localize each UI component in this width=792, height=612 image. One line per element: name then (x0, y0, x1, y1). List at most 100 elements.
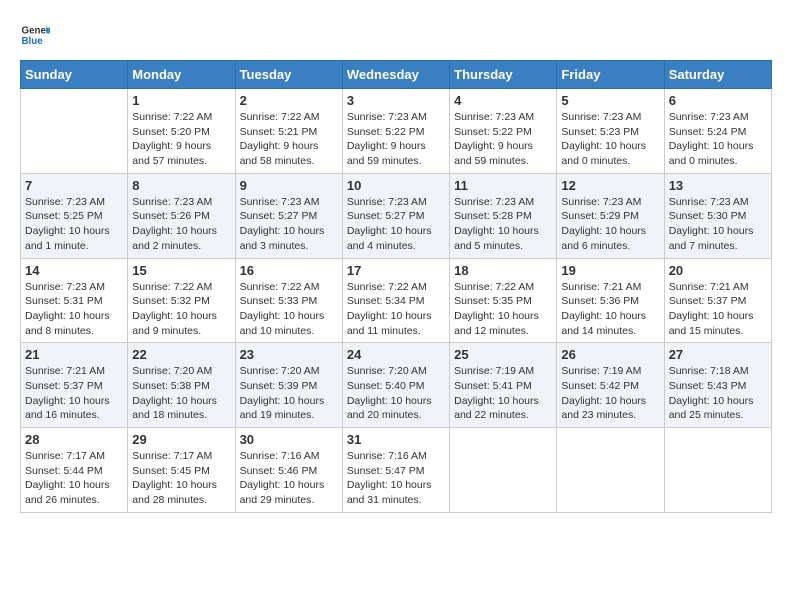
day-info: Sunrise: 7:23 AMSunset: 5:25 PMDaylight:… (25, 195, 123, 254)
day-info: Sunrise: 7:21 AMSunset: 5:37 PMDaylight:… (25, 364, 123, 423)
day-number: 5 (561, 93, 659, 108)
day-number: 3 (347, 93, 445, 108)
day-number: 13 (669, 178, 767, 193)
day-number: 23 (240, 347, 338, 362)
calendar-cell: 21 Sunrise: 7:21 AMSunset: 5:37 PMDayligh… (21, 343, 128, 428)
calendar-cell: 31 Sunrise: 7:16 AMSunset: 5:47 PMDayligh… (342, 428, 449, 513)
calendar-cell: 3 Sunrise: 7:23 AMSunset: 5:22 PMDaylight… (342, 89, 449, 174)
calendar-cell: 14 Sunrise: 7:23 AMSunset: 5:31 PMDayligh… (21, 258, 128, 343)
header-saturday: Saturday (664, 61, 771, 89)
day-number: 14 (25, 263, 123, 278)
day-number: 28 (25, 432, 123, 447)
calendar-cell: 4 Sunrise: 7:23 AMSunset: 5:22 PMDaylight… (450, 89, 557, 174)
header-wednesday: Wednesday (342, 61, 449, 89)
calendar-cell: 12 Sunrise: 7:23 AMSunset: 5:29 PMDayligh… (557, 173, 664, 258)
day-info: Sunrise: 7:23 AMSunset: 5:31 PMDaylight:… (25, 280, 123, 339)
day-number: 17 (347, 263, 445, 278)
calendar-cell: 19 Sunrise: 7:21 AMSunset: 5:36 PMDayligh… (557, 258, 664, 343)
day-number: 30 (240, 432, 338, 447)
day-number: 24 (347, 347, 445, 362)
day-info: Sunrise: 7:23 AMSunset: 5:23 PMDaylight:… (561, 110, 659, 169)
calendar-cell (557, 428, 664, 513)
day-number: 26 (561, 347, 659, 362)
calendar-header: SundayMondayTuesdayWednesdayThursdayFrid… (21, 61, 772, 89)
calendar-cell: 10 Sunrise: 7:23 AMSunset: 5:27 PMDayligh… (342, 173, 449, 258)
day-number: 31 (347, 432, 445, 447)
calendar-cell: 18 Sunrise: 7:22 AMSunset: 5:35 PMDayligh… (450, 258, 557, 343)
day-info: Sunrise: 7:22 AMSunset: 5:33 PMDaylight:… (240, 280, 338, 339)
calendar-cell: 13 Sunrise: 7:23 AMSunset: 5:30 PMDayligh… (664, 173, 771, 258)
day-number: 25 (454, 347, 552, 362)
day-info: Sunrise: 7:20 AMSunset: 5:40 PMDaylight:… (347, 364, 445, 423)
calendar-cell: 15 Sunrise: 7:22 AMSunset: 5:32 PMDayligh… (128, 258, 235, 343)
day-number: 21 (25, 347, 123, 362)
calendar-cell: 30 Sunrise: 7:16 AMSunset: 5:46 PMDayligh… (235, 428, 342, 513)
day-info: Sunrise: 7:17 AMSunset: 5:44 PMDaylight:… (25, 449, 123, 508)
calendar-cell: 9 Sunrise: 7:23 AMSunset: 5:27 PMDaylight… (235, 173, 342, 258)
day-info: Sunrise: 7:22 AMSunset: 5:35 PMDaylight:… (454, 280, 552, 339)
day-number: 16 (240, 263, 338, 278)
calendar-cell: 20 Sunrise: 7:21 AMSunset: 5:37 PMDayligh… (664, 258, 771, 343)
day-info: Sunrise: 7:22 AMSunset: 5:20 PMDaylight:… (132, 110, 230, 169)
day-info: Sunrise: 7:16 AMSunset: 5:47 PMDaylight:… (347, 449, 445, 508)
day-number: 2 (240, 93, 338, 108)
day-number: 27 (669, 347, 767, 362)
day-info: Sunrise: 7:23 AMSunset: 5:29 PMDaylight:… (561, 195, 659, 254)
header: General Blue (20, 20, 772, 50)
day-info: Sunrise: 7:16 AMSunset: 5:46 PMDaylight:… (240, 449, 338, 508)
calendar-cell: 23 Sunrise: 7:20 AMSunset: 5:39 PMDayligh… (235, 343, 342, 428)
day-info: Sunrise: 7:23 AMSunset: 5:26 PMDaylight:… (132, 195, 230, 254)
header-sunday: Sunday (21, 61, 128, 89)
header-friday: Friday (557, 61, 664, 89)
calendar-cell: 11Sunrise: 7:23 AMSunset: 5:28 PMDayligh… (450, 173, 557, 258)
day-info: Sunrise: 7:22 AMSunset: 5:21 PMDaylight:… (240, 110, 338, 169)
calendar-cell: 28 Sunrise: 7:17 AMSunset: 5:44 PMDayligh… (21, 428, 128, 513)
calendar-cell (21, 89, 128, 174)
header-tuesday: Tuesday (235, 61, 342, 89)
day-info: Sunrise: 7:19 AMSunset: 5:42 PMDaylight:… (561, 364, 659, 423)
calendar-cell: 5 Sunrise: 7:23 AMSunset: 5:23 PMDaylight… (557, 89, 664, 174)
header-monday: Monday (128, 61, 235, 89)
calendar-cell: 22Sunrise: 7:20 AMSunset: 5:38 PMDayligh… (128, 343, 235, 428)
calendar-cell: 16 Sunrise: 7:22 AMSunset: 5:33 PMDayligh… (235, 258, 342, 343)
day-info: Sunrise: 7:22 AMSunset: 5:32 PMDaylight:… (132, 280, 230, 339)
day-number: 1 (132, 93, 230, 108)
day-info: Sunrise: 7:23 AMSunset: 5:22 PMDaylight:… (347, 110, 445, 169)
day-info: Sunrise: 7:23 AMSunset: 5:27 PMDaylight:… (240, 195, 338, 254)
calendar-cell: 1 Sunrise: 7:22 AMSunset: 5:20 PMDaylight… (128, 89, 235, 174)
svg-text:General: General (22, 26, 51, 37)
calendar-cell (664, 428, 771, 513)
calendar-cell: 8Sunrise: 7:23 AMSunset: 5:26 PMDaylight… (128, 173, 235, 258)
day-number: 20 (669, 263, 767, 278)
day-info: Sunrise: 7:21 AMSunset: 5:37 PMDaylight:… (669, 280, 767, 339)
calendar-cell: 27 Sunrise: 7:18 AMSunset: 5:43 PMDayligh… (664, 343, 771, 428)
svg-text:Blue: Blue (22, 36, 44, 47)
day-info: Sunrise: 7:20 AMSunset: 5:38 PMDaylight:… (132, 364, 230, 423)
day-info: Sunrise: 7:23 AMSunset: 5:22 PMDaylight:… (454, 110, 552, 169)
logo-icon: General Blue (20, 20, 50, 50)
day-info: Sunrise: 7:19 AMSunset: 5:41 PMDaylight:… (454, 364, 552, 423)
day-number: 18 (454, 263, 552, 278)
calendar-cell: 25 Sunrise: 7:19 AMSunset: 5:41 PMDayligh… (450, 343, 557, 428)
day-number: 15 (132, 263, 230, 278)
day-info: Sunrise: 7:21 AMSunset: 5:36 PMDaylight:… (561, 280, 659, 339)
calendar-cell: 29Sunrise: 7:17 AMSunset: 5:45 PMDayligh… (128, 428, 235, 513)
day-info: Sunrise: 7:23 AMSunset: 5:30 PMDaylight:… (669, 195, 767, 254)
calendar-cell (450, 428, 557, 513)
logo: General Blue (20, 20, 54, 50)
day-number: 9 (240, 178, 338, 193)
day-number: 12 (561, 178, 659, 193)
calendar-cell: 17 Sunrise: 7:22 AMSunset: 5:34 PMDayligh… (342, 258, 449, 343)
day-number: 4 (454, 93, 552, 108)
day-info: Sunrise: 7:23 AMSunset: 5:27 PMDaylight:… (347, 195, 445, 254)
day-info: Sunrise: 7:18 AMSunset: 5:43 PMDaylight:… (669, 364, 767, 423)
header-thursday: Thursday (450, 61, 557, 89)
calendar-cell: 2 Sunrise: 7:22 AMSunset: 5:21 PMDaylight… (235, 89, 342, 174)
day-info: Sunrise: 7:20 AMSunset: 5:39 PMDaylight:… (240, 364, 338, 423)
day-info: Sunrise: 7:23 AMSunset: 5:24 PMDaylight:… (669, 110, 767, 169)
day-number: 19 (561, 263, 659, 278)
calendar: SundayMondayTuesdayWednesdayThursdayFrid… (20, 60, 772, 513)
day-info: Sunrise: 7:22 AMSunset: 5:34 PMDaylight:… (347, 280, 445, 339)
day-number: 11 (454, 178, 552, 193)
day-number: 10 (347, 178, 445, 193)
